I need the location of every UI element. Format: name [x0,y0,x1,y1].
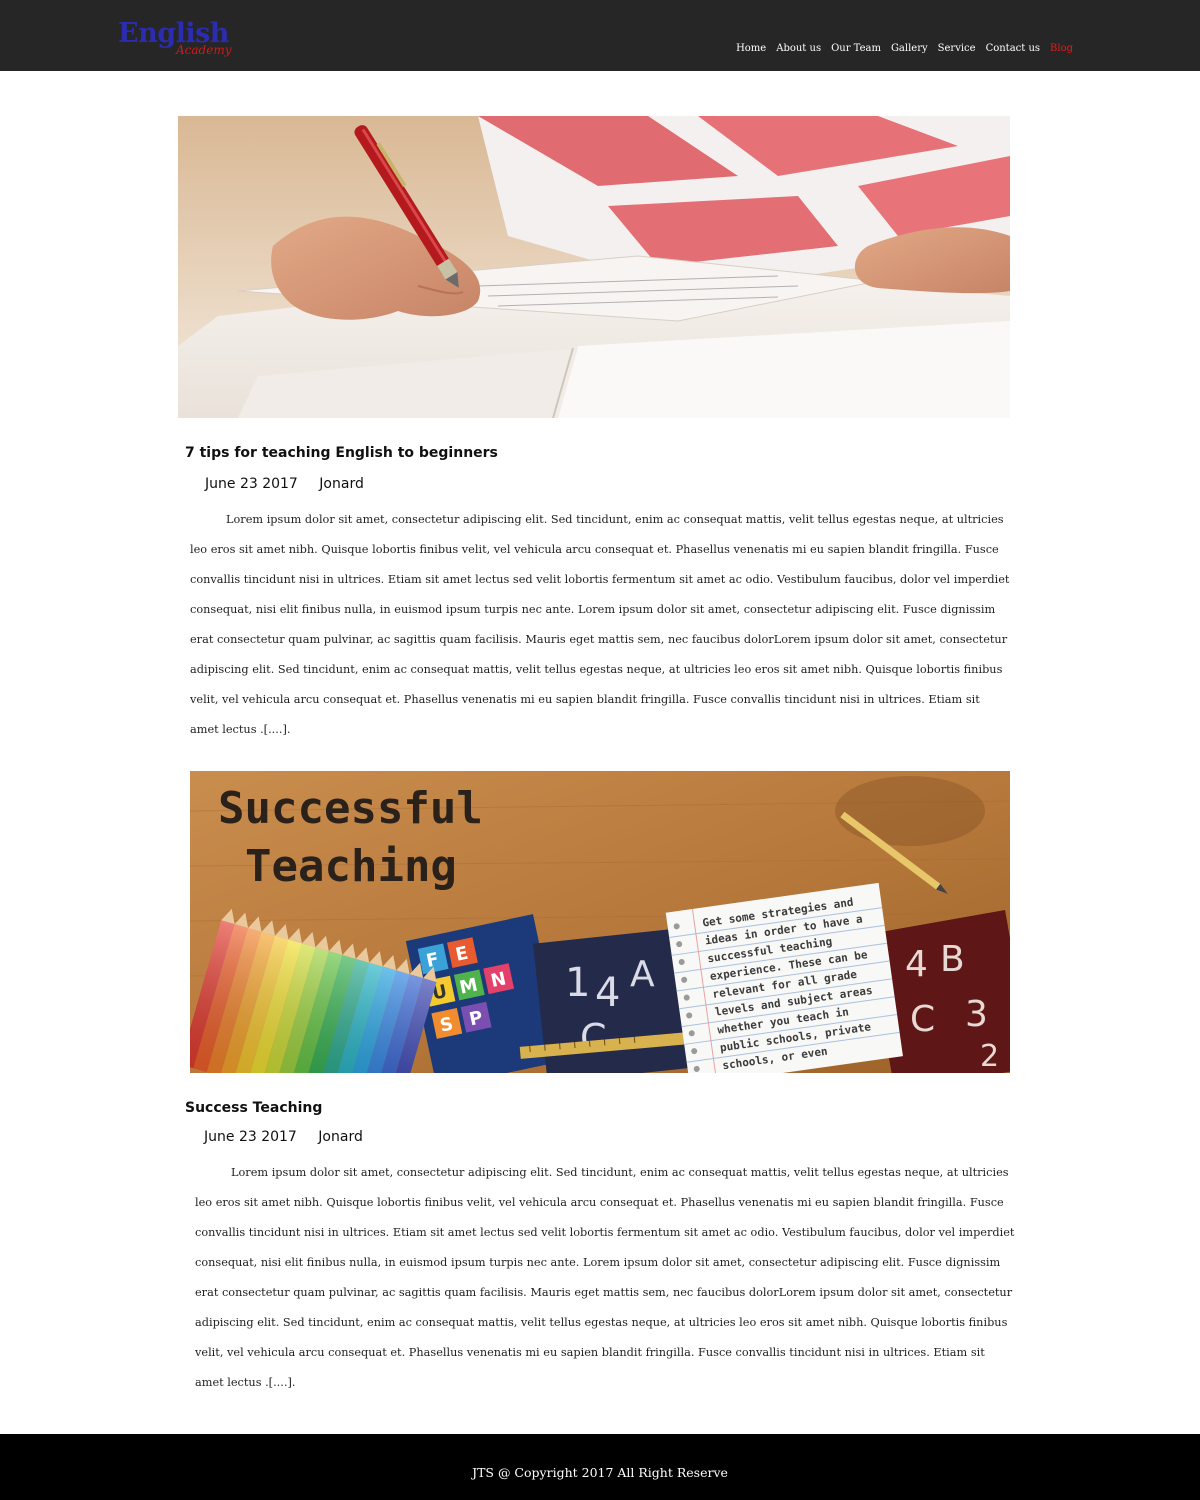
post-2-body: Lorem ipsum dolor sit amet, consectetur … [195,1166,1015,1389]
svg-text:B: B [940,939,965,980]
post-1-title[interactable]: 7 tips for teaching English to beginners [185,445,498,461]
post-1-image [178,116,1010,418]
writing-photo [178,116,1010,418]
site-footer: JTS @ Copyright 2017 All Right Reserve [0,1434,1200,1500]
post-1-author[interactable]: Jonard [319,476,364,492]
nav-gallery[interactable]: Gallery [886,42,933,56]
main-nav: Home About us Our Team Gallery Service C… [731,42,1078,56]
post-1-body: Lorem ipsum dolor sit amet, consectetur … [190,513,1010,736]
successful-teaching-graphic: Successful Teaching F E U M N P S 1 4 A … [190,771,1010,1073]
post-2-date: June 23 2017 [204,1129,297,1145]
nav-contact-us[interactable]: Contact us [981,42,1045,56]
site-logo[interactable]: English Academy [118,20,243,64]
site-header: English Academy Home About us Our Team G… [0,0,1200,71]
svg-text:A: A [630,954,655,995]
nav-service[interactable]: Service [933,42,981,56]
copyright-text: JTS @ Copyright 2017 All Right Reserve [472,1465,728,1480]
nav-blog[interactable]: Blog [1045,42,1078,56]
graphic-heading-line2: Teaching [245,841,457,892]
post-1-meta: June 23 2017 Jonard [205,476,381,492]
svg-text:1: 1 [565,960,590,1006]
graphic-heading-line1: Successful [218,783,483,834]
nav-home[interactable]: Home [731,42,771,56]
svg-text:3: 3 [965,994,988,1035]
svg-text:C: C [910,999,935,1040]
svg-text:4: 4 [595,970,620,1016]
post-2-title[interactable]: Success Teaching [185,1100,322,1116]
nav-our-team[interactable]: Our Team [826,42,886,56]
post-2-author[interactable]: Jonard [318,1129,363,1145]
logo-tagline: Academy [176,43,232,57]
post-2-meta: June 23 2017 Jonard [204,1129,380,1145]
svg-text:C: C [580,1016,607,1060]
nav-about-us[interactable]: About us [771,42,826,56]
post-1-date: June 23 2017 [205,476,298,492]
svg-text:2: 2 [980,1039,999,1073]
graphic-note-text: Get some strategies and ideas in order t… [701,895,874,1073]
svg-text:4: 4 [905,944,928,985]
post-2-image: Successful Teaching F E U M N P S 1 4 A … [190,771,1010,1073]
